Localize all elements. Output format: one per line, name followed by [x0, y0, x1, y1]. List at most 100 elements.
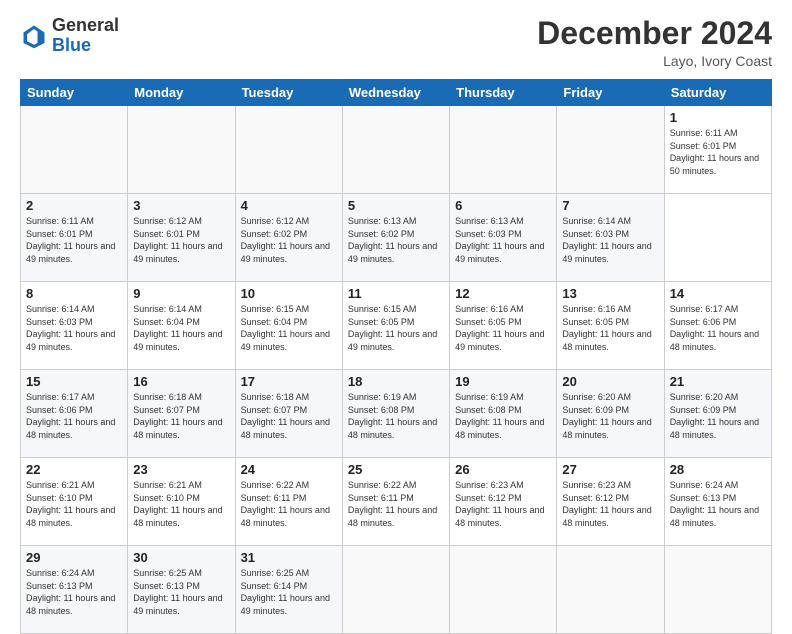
calendar-cell: 16Sunrise: 6:18 AMSunset: 6:07 PMDayligh…	[128, 370, 235, 458]
calendar-cell	[342, 546, 449, 634]
calendar-cell: 6Sunrise: 6:13 AMSunset: 6:03 PMDaylight…	[450, 194, 557, 282]
calendar-cell: 2 Sunrise: 6:11 AMSunset: 6:01 PMDaylight…	[21, 194, 128, 282]
day-info: Sunrise: 6:14 AMSunset: 6:03 PMDaylight:…	[562, 215, 658, 265]
day-info: Sunrise: 6:12 AMSunset: 6:02 PMDaylight:…	[241, 215, 337, 265]
calendar-cell	[21, 106, 128, 194]
calendar-cell	[342, 106, 449, 194]
day-number: 8	[26, 286, 122, 301]
calendar-cell: 22Sunrise: 6:21 AMSunset: 6:10 PMDayligh…	[21, 458, 128, 546]
calendar-cell	[235, 106, 342, 194]
day-info: Sunrise: 6:25 AMSunset: 6:13 PMDaylight:…	[133, 567, 229, 617]
day-info: Sunrise: 6:11 AMSunset: 6:01 PMDaylight:…	[26, 215, 122, 265]
day-info: Sunrise: 6:21 AMSunset: 6:10 PMDaylight:…	[133, 479, 229, 529]
calendar-week-row: 1 Sunrise: 6:11 AMSunset: 6:01 PMDaylight…	[21, 106, 772, 194]
logo: General Blue	[20, 16, 119, 56]
calendar-day-header: Thursday	[450, 80, 557, 106]
day-info: Sunrise: 6:17 AMSunset: 6:06 PMDaylight:…	[670, 303, 766, 353]
day-number: 18	[348, 374, 444, 389]
calendar-cell	[450, 106, 557, 194]
day-number: 19	[455, 374, 551, 389]
day-info: Sunrise: 6:22 AMSunset: 6:11 PMDaylight:…	[241, 479, 337, 529]
calendar-day-header: Wednesday	[342, 80, 449, 106]
day-number: 13	[562, 286, 658, 301]
location: Layo, Ivory Coast	[537, 53, 772, 69]
calendar-day-header: Tuesday	[235, 80, 342, 106]
day-number: 10	[241, 286, 337, 301]
calendar-day-header: Monday	[128, 80, 235, 106]
header: General Blue December 2024 Layo, Ivory C…	[20, 16, 772, 69]
day-number: 7	[562, 198, 658, 213]
calendar-cell: 20 Sunrise: 6:20 AMSunset: 6:09 PMDayligh…	[557, 370, 664, 458]
calendar-table: SundayMondayTuesdayWednesdayThursdayFrid…	[20, 79, 772, 634]
calendar-cell: 3Sunrise: 6:12 AMSunset: 6:01 PMDaylight…	[128, 194, 235, 282]
calendar-header-row: SundayMondayTuesdayWednesdayThursdayFrid…	[21, 80, 772, 106]
day-info: Sunrise: 6:11 AMSunset: 6:01 PMDaylight:…	[670, 127, 766, 177]
day-number: 3	[133, 198, 229, 213]
calendar-day-header: Saturday	[664, 80, 771, 106]
calendar-cell: 25Sunrise: 6:22 AMSunset: 6:11 PMDayligh…	[342, 458, 449, 546]
day-number: 16	[133, 374, 229, 389]
calendar-cell: 28 Sunrise: 6:24 AMSunset: 6:13 PMDayligh…	[664, 458, 771, 546]
calendar-cell: 1 Sunrise: 6:11 AMSunset: 6:01 PMDaylight…	[664, 106, 771, 194]
day-info: Sunrise: 6:25 AMSunset: 6:14 PMDaylight:…	[241, 567, 337, 617]
day-info: Sunrise: 6:15 AMSunset: 6:04 PMDaylight:…	[241, 303, 337, 353]
day-number: 17	[241, 374, 337, 389]
day-number: 26	[455, 462, 551, 477]
day-number: 21	[670, 374, 766, 389]
calendar-cell: 15Sunrise: 6:17 AMSunset: 6:06 PMDayligh…	[21, 370, 128, 458]
calendar-cell: 14 Sunrise: 6:17 AMSunset: 6:06 PMDayligh…	[664, 282, 771, 370]
day-info: Sunrise: 6:23 AMSunset: 6:12 PMDaylight:…	[455, 479, 551, 529]
day-number: 24	[241, 462, 337, 477]
calendar-cell: 24 Sunrise: 6:22 AMSunset: 6:11 PMDayligh…	[235, 458, 342, 546]
calendar-day-header: Sunday	[21, 80, 128, 106]
day-number: 1	[670, 110, 766, 125]
day-number: 31	[241, 550, 337, 565]
logo-icon	[20, 22, 48, 50]
day-number: 14	[670, 286, 766, 301]
day-info: Sunrise: 6:21 AMSunset: 6:10 PMDaylight:…	[26, 479, 122, 529]
day-info: Sunrise: 6:20 AMSunset: 6:09 PMDaylight:…	[562, 391, 658, 441]
calendar-cell: 13Sunrise: 6:16 AMSunset: 6:05 PMDayligh…	[557, 282, 664, 370]
calendar-cell: 27Sunrise: 6:23 AMSunset: 6:12 PMDayligh…	[557, 458, 664, 546]
day-info: Sunrise: 6:24 AMSunset: 6:13 PMDaylight:…	[670, 479, 766, 529]
calendar-cell	[664, 546, 771, 634]
calendar-cell	[128, 106, 235, 194]
day-number: 2	[26, 198, 122, 213]
calendar-week-row: 2 Sunrise: 6:11 AMSunset: 6:01 PMDaylight…	[21, 194, 772, 282]
day-number: 4	[241, 198, 337, 213]
calendar-cell: 10 Sunrise: 6:15 AMSunset: 6:04 PMDayligh…	[235, 282, 342, 370]
day-number: 27	[562, 462, 658, 477]
calendar-cell: 17 Sunrise: 6:18 AMSunset: 6:07 PMDayligh…	[235, 370, 342, 458]
calendar-cell: 31 Sunrise: 6:25 AMSunset: 6:14 PMDayligh…	[235, 546, 342, 634]
calendar-cell	[557, 546, 664, 634]
day-info: Sunrise: 6:13 AMSunset: 6:02 PMDaylight:…	[348, 215, 444, 265]
day-info: Sunrise: 6:14 AMSunset: 6:03 PMDaylight:…	[26, 303, 122, 353]
day-number: 23	[133, 462, 229, 477]
calendar-cell: 23 Sunrise: 6:21 AMSunset: 6:10 PMDayligh…	[128, 458, 235, 546]
calendar-cell: 5 Sunrise: 6:13 AMSunset: 6:02 PMDaylight…	[342, 194, 449, 282]
day-number: 9	[133, 286, 229, 301]
day-info: Sunrise: 6:24 AMSunset: 6:13 PMDaylight:…	[26, 567, 122, 617]
day-info: Sunrise: 6:18 AMSunset: 6:07 PMDaylight:…	[241, 391, 337, 441]
calendar-week-row: 29 Sunrise: 6:24 AMSunset: 6:13 PMDayligh…	[21, 546, 772, 634]
day-info: Sunrise: 6:19 AMSunset: 6:08 PMDaylight:…	[348, 391, 444, 441]
day-number: 20	[562, 374, 658, 389]
day-number: 5	[348, 198, 444, 213]
logo-general-text: General	[52, 15, 119, 35]
day-number: 29	[26, 550, 122, 565]
day-info: Sunrise: 6:17 AMSunset: 6:06 PMDaylight:…	[26, 391, 122, 441]
day-info: Sunrise: 6:14 AMSunset: 6:04 PMDaylight:…	[133, 303, 229, 353]
calendar-cell	[557, 106, 664, 194]
calendar-week-row: 22Sunrise: 6:21 AMSunset: 6:10 PMDayligh…	[21, 458, 772, 546]
day-info: Sunrise: 6:13 AMSunset: 6:03 PMDaylight:…	[455, 215, 551, 265]
day-number: 28	[670, 462, 766, 477]
calendar-cell: 11Sunrise: 6:15 AMSunset: 6:05 PMDayligh…	[342, 282, 449, 370]
day-info: Sunrise: 6:16 AMSunset: 6:05 PMDaylight:…	[455, 303, 551, 353]
logo-blue-text: Blue	[52, 35, 91, 55]
calendar-cell: 29 Sunrise: 6:24 AMSunset: 6:13 PMDayligh…	[21, 546, 128, 634]
day-number: 11	[348, 286, 444, 301]
calendar-cell: 19Sunrise: 6:19 AMSunset: 6:08 PMDayligh…	[450, 370, 557, 458]
calendar-cell: 8 Sunrise: 6:14 AMSunset: 6:03 PMDaylight…	[21, 282, 128, 370]
calendar-cell	[450, 546, 557, 634]
calendar-cell: 12Sunrise: 6:16 AMSunset: 6:05 PMDayligh…	[450, 282, 557, 370]
